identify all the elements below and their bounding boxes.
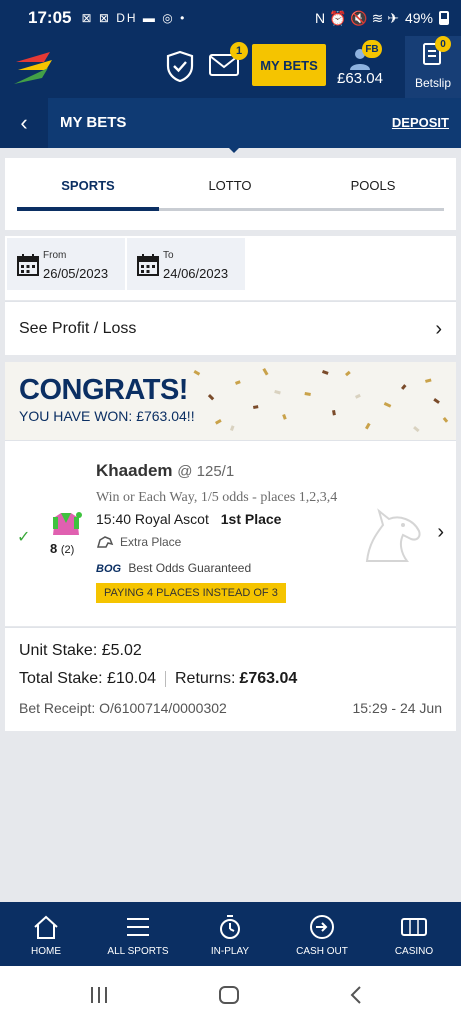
returns-label: Returns:: [174, 670, 236, 687]
bog-badge: BOG: [96, 563, 122, 575]
saddle-cloth: 8 (2): [50, 541, 74, 556]
account-balance: £63.04: [337, 70, 383, 87]
nav-all-sports-label: ALL SPORTS: [107, 946, 169, 957]
slot-machine-icon: [401, 918, 427, 936]
tab-active-indicator: [17, 207, 159, 211]
page-titlebar: ‹ MY BETS DEPOSIT: [0, 98, 461, 148]
safer-gambling-shield-icon[interactable]: [166, 50, 194, 82]
calendar-icon: [137, 254, 159, 276]
mail-count-badge: 1: [230, 42, 248, 60]
menu-icon: [127, 918, 149, 936]
extra-place-label: Extra Place: [120, 535, 182, 549]
nav-in-play[interactable]: IN-PLAY: [184, 902, 276, 966]
returns-value: £763.04: [239, 670, 298, 687]
race-name: 15:40 Royal Ascot: [96, 511, 209, 527]
app-header: 1 MY BETS FB £63.04 0 Betslip: [0, 36, 461, 98]
home-button-icon[interactable]: [218, 985, 240, 1005]
menu-pointer: [228, 147, 240, 153]
paying-places-badge: PAYING 4 PLACES INSTEAD OF 3: [96, 583, 286, 603]
tab-lotto[interactable]: LOTTO: [160, 178, 300, 193]
bet-timestamp: 15:29 - 24 Jun: [352, 700, 442, 716]
chevron-right-icon: ›: [435, 318, 442, 340]
nav-cash-out[interactable]: CASH OUT: [276, 902, 368, 966]
betslip-label: Betslip: [414, 76, 452, 90]
selection-name: Khaadem @ 125/1: [96, 461, 234, 481]
stake-summary: Unit Stake: £5.02 Total Stake: £10.04 Re…: [5, 627, 456, 731]
back-button[interactable]: ‹: [0, 98, 48, 148]
divider: [164, 671, 166, 687]
from-date-picker[interactable]: From 26/05/2023: [7, 238, 125, 290]
bog-label: Best Odds Guaranteed: [128, 561, 252, 575]
bog-row: BOG Best Odds Guaranteed: [96, 561, 251, 575]
to-date-picker[interactable]: To 24/06/2023: [127, 238, 245, 290]
horse-extra-place-icon: [97, 536, 114, 548]
market-description: Win or Each Way, 1/5 odds - places 1,2,3…: [96, 490, 338, 505]
recent-apps-icon[interactable]: [88, 986, 110, 1004]
notification-icons: ⊠ ⊠ DH ▬ ◎ •: [81, 11, 187, 25]
total-returns-row: Total Stake: £10.04 Returns: £763.04: [19, 670, 297, 688]
system-navigation-bar: [0, 966, 461, 1024]
nav-home[interactable]: HOME: [0, 902, 92, 966]
win-banner: CONGRATS! YOU HAVE WON: £763.04!!: [5, 362, 456, 440]
unit-stake: Unit Stake: £5.02: [19, 642, 142, 659]
date-filter: From 26/05/2023 To 24/06/2023: [5, 236, 456, 300]
system-icons: N ⏰ 🔇 ≋ ✈: [314, 9, 399, 26]
my-bets-button[interactable]: MY BETS: [252, 44, 326, 86]
nav-all-sports[interactable]: ALL SPORTS: [92, 902, 184, 966]
congrats-title: CONGRATS!: [19, 374, 188, 406]
bet-type-tabs: SPORTS LOTTO POOLS: [5, 158, 456, 230]
status-bar: 17:05 ⊠ ⊠ DH ▬ ◎ • N ⏰ 🔇 ≋ ✈ 49%: [0, 0, 461, 36]
brand-logo[interactable]: [14, 48, 56, 88]
jockey-silk-icon: [53, 512, 82, 535]
total-stake: Total Stake: £10.04: [19, 670, 156, 687]
finishing-position: 1st Place: [220, 511, 282, 527]
free-bet-badge: FB: [362, 40, 382, 58]
nav-casino-label: CASINO: [394, 946, 434, 957]
saddle-number: 8: [50, 541, 58, 556]
tab-pools[interactable]: POOLS: [303, 178, 443, 193]
status-time: 17:05: [28, 8, 72, 27]
to-value: 24/06/2023: [163, 266, 229, 281]
from-value: 26/05/2023: [43, 266, 109, 281]
battery-icon: [439, 11, 449, 25]
horse-head-icon: [365, 508, 421, 562]
back-icon[interactable]: [348, 985, 364, 1005]
betslip-button[interactable]: 0 Betslip: [405, 36, 461, 98]
battery-percent: 49%: [404, 10, 433, 26]
account-button[interactable]: FB £63.04: [334, 40, 386, 92]
profit-loss-label: See Profit / Loss: [19, 320, 137, 337]
won-check-icon: ✓: [17, 529, 31, 546]
bet-card[interactable]: ✓ 8 (2) Khaadem @ 125/1 Win or Each Way,…: [5, 440, 456, 626]
horse-name: Khaadem: [96, 461, 173, 480]
see-profit-loss-row[interactable]: See Profit / Loss ›: [5, 301, 456, 355]
to-label: To: [163, 250, 174, 261]
cash-out-icon: [310, 915, 334, 939]
from-label: From: [43, 250, 67, 261]
nav-home-label: HOME: [31, 946, 61, 957]
bet-receipt: Bet Receipt: O/6100714/0000302: [19, 700, 227, 716]
stall-draw: (2): [60, 544, 75, 556]
deposit-link[interactable]: DEPOSIT: [392, 115, 449, 130]
stopwatch-icon: [220, 915, 240, 939]
win-amount-message: YOU HAVE WON: £763.04!!: [19, 408, 195, 424]
home-icon: [34, 915, 58, 939]
nav-casino[interactable]: CASINO: [368, 902, 460, 966]
tab-sports[interactable]: SPORTS: [18, 178, 158, 193]
chevron-left-icon: ‹: [20, 110, 28, 135]
chevron-right-icon: ›: [437, 521, 444, 543]
calendar-icon: [17, 254, 39, 276]
nav-in-play-label: IN-PLAY: [210, 946, 250, 957]
extra-place-row: Extra Place: [96, 535, 181, 549]
page-title: MY BETS: [60, 114, 127, 131]
selection-odds: @ 125/1: [177, 463, 235, 480]
status-right: N ⏰ 🔇 ≋ ✈ 49%: [315, 10, 449, 27]
race-info: 15:40 Royal Ascot 1st Place: [96, 511, 281, 527]
nav-cash-out-label: CASH OUT: [296, 946, 348, 957]
betslip-count-badge: 0: [435, 36, 451, 52]
bottom-navigation: HOME ALL SPORTS IN-PLAY CASH OUT CASINO: [0, 902, 461, 966]
